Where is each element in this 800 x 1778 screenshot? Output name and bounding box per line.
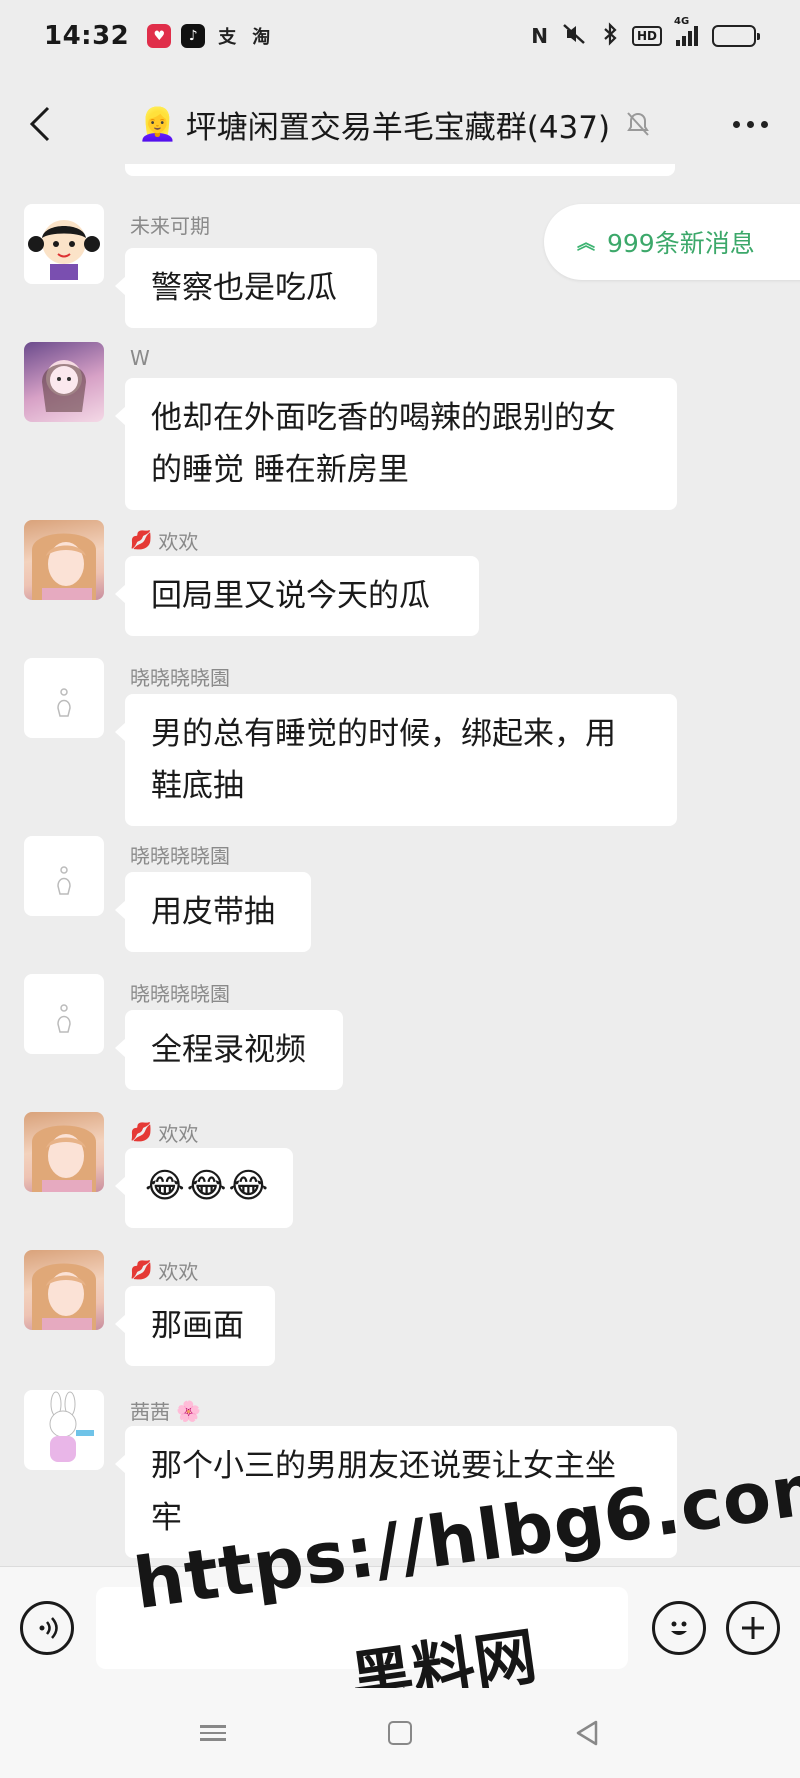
avatar[interactable] xyxy=(24,342,104,422)
mute-bell-icon xyxy=(627,112,649,136)
voice-icon[interactable] xyxy=(20,1600,74,1655)
avatar[interactable] xyxy=(24,1112,104,1192)
message-line: 他却在外面吃香的喝辣的跟别的女 xyxy=(151,400,616,436)
new-messages-button[interactable]: ︾ 999条新消息 xyxy=(544,204,800,280)
sender-name: 茜茜 🌸 xyxy=(130,1398,201,1425)
back-arrow-icon xyxy=(29,106,50,142)
system-nav-bar xyxy=(0,1688,800,1778)
message-bubble[interactable]: 用皮带抽 xyxy=(115,872,311,952)
back-button[interactable] xyxy=(0,84,80,164)
sender-name: 未来可期 xyxy=(130,214,210,238)
lips-badge-icon: 💋 xyxy=(130,530,153,551)
sender-name: 💋 欢欢 xyxy=(130,530,199,554)
nfc-icon: N xyxy=(531,24,548,48)
message-line: 的睡觉 睡在新房里 xyxy=(151,452,409,488)
more-dot xyxy=(746,120,754,128)
double-chevron-up-icon: ︾ xyxy=(580,230,595,251)
status-app-icons: ♥ ♪ 支 淘 xyxy=(147,24,273,48)
new-messages-label: 999条新消息 xyxy=(607,229,755,258)
sender-name: 晓晓晓晓園 xyxy=(130,666,230,690)
chat-title[interactable]: 👱‍♀️ 坪塘闲置交易羊毛宝藏群(437) xyxy=(80,102,700,147)
sender-name: 💋 欢欢 xyxy=(130,1260,199,1284)
tiktok-icon: ♪ xyxy=(181,24,206,48)
battery-icon xyxy=(712,25,760,47)
triangle-back-icon xyxy=(576,1720,597,1746)
chat-header: 👱‍♀️ 坪塘闲置交易羊毛宝藏群(437) xyxy=(0,84,800,164)
avatar[interactable] xyxy=(24,1390,104,1470)
previous-message-bubble-edge xyxy=(125,164,675,176)
message-bubble[interactable]: 回局里又说今天的瓜 xyxy=(115,556,479,636)
home-nav-button[interactable] xyxy=(370,1703,430,1763)
message-bubble[interactable]: 他却在外面吃香的喝辣的跟别的女 的睡觉 睡在新房里 xyxy=(115,378,677,510)
mute-vibrate-icon xyxy=(562,23,588,50)
title-emoji: 👱‍♀️ xyxy=(137,105,178,143)
sender-name: 💋 欢欢 xyxy=(130,1122,199,1146)
sender-name: 晓晓晓晓園 xyxy=(130,982,230,1006)
sender-name: 晓晓晓晓園 xyxy=(130,844,230,868)
signal-icon: 4G xyxy=(674,16,698,46)
lips-badge-icon: 💋 xyxy=(130,1260,153,1281)
hd-voice-icon: HD xyxy=(631,26,662,46)
group-name: 坪塘闲置交易羊毛宝藏群(437) xyxy=(185,109,611,146)
lips-badge-icon: 💋 xyxy=(130,1122,153,1143)
avatar[interactable] xyxy=(24,658,104,738)
message-bubble[interactable]: 全程录视频 xyxy=(115,1010,343,1090)
avatar[interactable] xyxy=(24,974,104,1054)
message-line: 男的总有睡觉的时候，绑起来，用 xyxy=(151,716,616,752)
message-bubble[interactable]: 男的总有睡觉的时候，绑起来，用 鞋底抽 xyxy=(115,694,677,826)
home-icon xyxy=(387,1721,412,1745)
more-dot xyxy=(760,120,768,128)
avatar[interactable] xyxy=(24,204,104,284)
bluetooth-icon xyxy=(602,21,618,51)
status-bar: 14:32 ♥ ♪ 支 淘 N HD 4G xyxy=(0,0,800,72)
alipay-icon: 支 xyxy=(218,27,237,48)
more-options-button[interactable] xyxy=(700,84,800,164)
message-bubble[interactable]: 那画面 xyxy=(115,1286,275,1366)
emoji-icon[interactable] xyxy=(652,1600,706,1655)
message-bubble[interactable]: 警察也是吃瓜 xyxy=(115,248,377,328)
status-system-icons: N HD 4G xyxy=(531,16,760,51)
avatar[interactable] xyxy=(24,520,104,600)
more-dot xyxy=(732,120,740,128)
message-bubble[interactable]: 😂😂😂 xyxy=(115,1148,293,1228)
flower-badge-icon: 🌸 xyxy=(176,1398,201,1423)
back-nav-button[interactable] xyxy=(557,1703,617,1763)
menu-nav-button[interactable] xyxy=(183,1703,243,1763)
sender-name: W xyxy=(130,346,150,370)
plus-icon[interactable] xyxy=(726,1600,780,1655)
message-line: 鞋底抽 xyxy=(151,768,244,804)
network-type: 4G xyxy=(674,16,690,27)
taobao-icon: 淘 xyxy=(252,27,271,48)
avatar[interactable] xyxy=(24,836,104,916)
status-time: 14:32 xyxy=(44,21,130,51)
heart-app-icon: ♥ xyxy=(147,24,172,48)
avatar[interactable] xyxy=(24,1250,104,1330)
